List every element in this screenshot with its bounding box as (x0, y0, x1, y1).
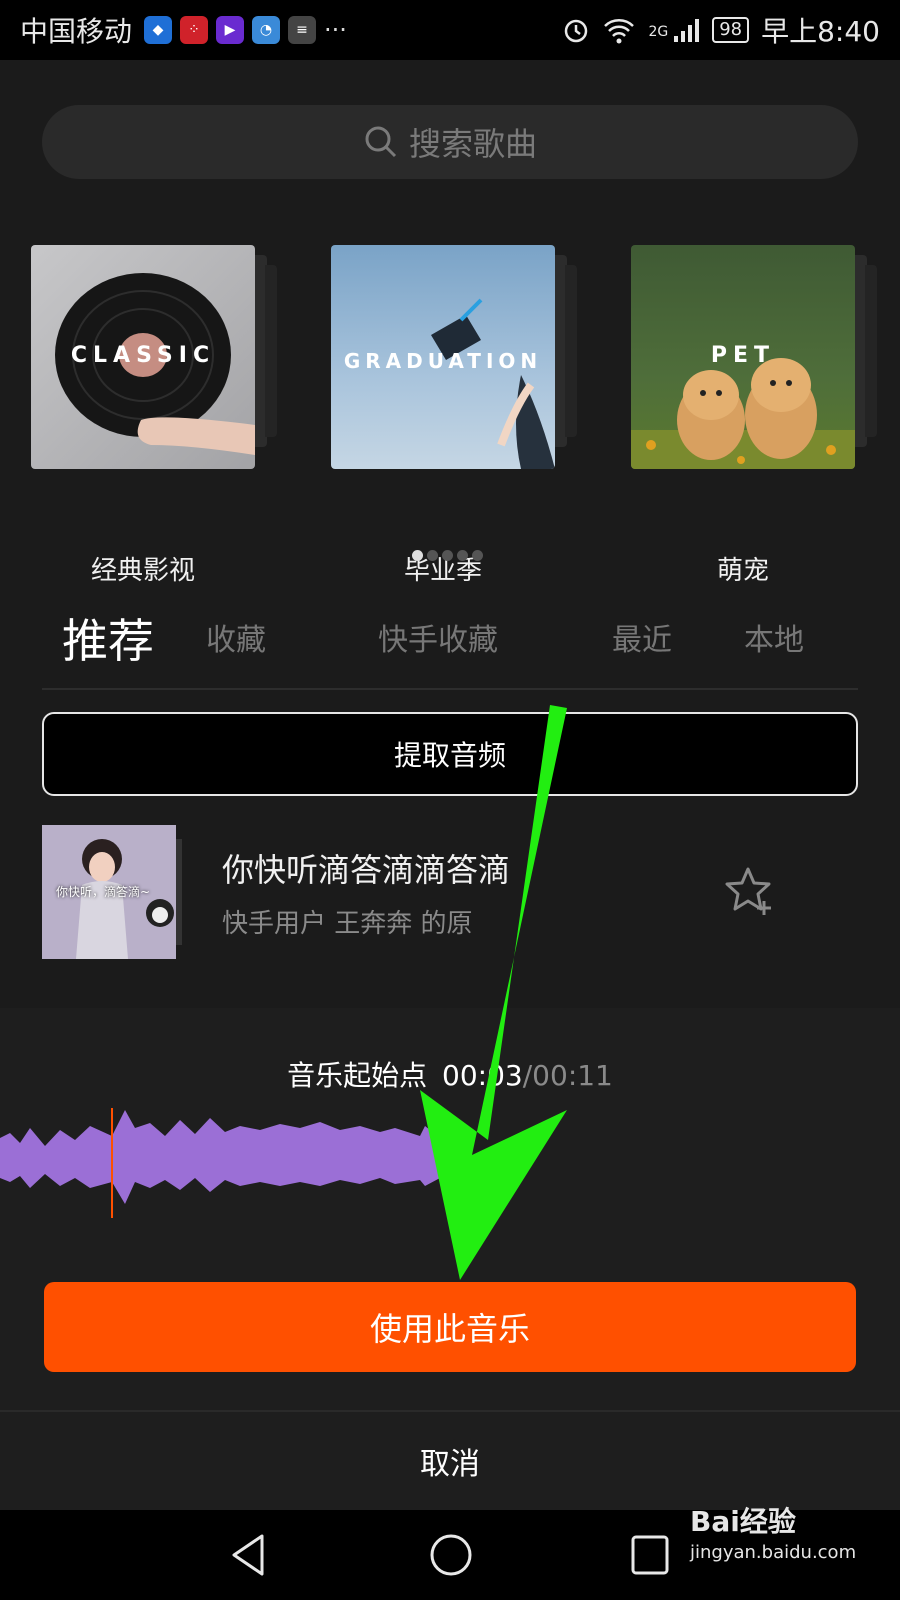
song-row[interactable]: 你快听，滴答滴~ 你快听滴答滴滴答滴 快手用户 王奔奔 的原 (42, 825, 858, 959)
clock: 早上8:40 (761, 15, 880, 48)
category-classic[interactable]: CLASSIC 经典影视 (31, 245, 277, 586)
cover-title: GRADUATION (343, 349, 543, 373)
shield-app-icon: ◆ (144, 16, 173, 44)
start-point-label: 音乐起始点 (287, 1059, 428, 1092)
tab-kuaishou-favorites[interactable]: 快手收藏 (378, 615, 498, 659)
category-graduation[interactable]: GRADUATION 毕业季 (331, 245, 577, 586)
news-app-icon: ≡ (288, 16, 317, 44)
cancel-button[interactable]: 取消 (0, 1410, 900, 1510)
pager-dot (427, 550, 438, 561)
cover-title: CLASSIC (70, 343, 216, 368)
home-icon[interactable] (428, 1532, 474, 1578)
pager-dot (457, 550, 468, 561)
song-title: 你快听滴答滴滴答滴 (222, 851, 511, 889)
recents-icon[interactable] (630, 1532, 670, 1578)
more-notifications-icon: ··· (324, 16, 347, 44)
music-trim-panel: 音乐起始点 00:03/00:11 使用此音乐 (0, 1008, 900, 1410)
music-picker: 搜索歌曲 CLASSIC 经典影视 GRADUATION 毕业季 PET 萌宠 … (0, 60, 900, 1008)
thumbnail-caption: 你快听，滴答滴~ (56, 885, 151, 899)
pager-dot (442, 550, 453, 561)
tab-favorites[interactable]: 收藏 (206, 615, 266, 659)
tabs-divider (42, 688, 858, 690)
signal-icon (674, 19, 700, 42)
carrier-name: 中国移动 (20, 15, 133, 48)
search-placeholder: 搜索歌曲 (408, 125, 537, 163)
watermark-url: jingyan.baidu.com (690, 1542, 857, 1563)
cover-image-graduation: GRADUATION (331, 245, 555, 469)
music-start-point: 音乐起始点 00:03/00:11 (0, 1054, 900, 1094)
back-icon[interactable] (228, 1532, 268, 1578)
cover-stack (565, 265, 577, 437)
thumb-stack (176, 839, 182, 945)
music-tabs: 推荐 收藏 快手收藏 最近 本地 (0, 605, 900, 668)
network-type: 2G (648, 24, 669, 40)
watermark-logo-text: Bai经验 (690, 1505, 796, 1538)
cover-image-classic: CLASSIC (31, 245, 255, 469)
cover-stack (865, 265, 877, 437)
alarm-icon (565, 19, 588, 43)
category-pet[interactable]: PET 萌宠 (631, 245, 877, 586)
cover-image-pet: PET (631, 245, 855, 469)
cover-title: PET (710, 343, 776, 368)
playhead-marker[interactable] (111, 1108, 113, 1218)
category-label: 经典影视 (90, 556, 195, 586)
song-thumbnail: 你快听，滴答滴~ (42, 825, 176, 959)
pager-dot (412, 550, 423, 561)
extract-audio-button[interactable]: 提取音频 (42, 712, 858, 796)
battery-level: 98 (712, 17, 750, 43)
carousel-pager (412, 550, 483, 561)
use-this-music-button[interactable]: 使用此音乐 (44, 1282, 856, 1372)
audio-waveform[interactable] (0, 1108, 900, 1218)
search-icon (365, 126, 397, 158)
baidu-jingyan-watermark: Bai经验 jingyan.baidu.com (690, 1500, 856, 1563)
song-author: 快手用户 王奔奔 的原 (222, 909, 473, 939)
search-input[interactable]: 搜索歌曲 (42, 105, 858, 179)
total-time: /00:11 (522, 1059, 613, 1092)
video-app-icon: ▶ (216, 16, 245, 44)
pager-dot (472, 550, 483, 561)
wifi-icon (604, 19, 635, 44)
cover-stack (265, 265, 277, 437)
tab-recommend[interactable]: 推荐 (62, 605, 154, 671)
tab-recent[interactable]: 最近 (612, 615, 672, 659)
current-time: 00:03 (442, 1059, 523, 1092)
dots-app-icon: ⁘ (180, 16, 209, 44)
browser-app-icon: ◔ (252, 16, 281, 44)
category-label: 萌宠 (716, 556, 769, 586)
tab-local[interactable]: 本地 (744, 615, 804, 659)
status-bar: 中国移动 ◆ ⁘ ▶ ◔ ≡ ··· 2G 98 早上8:40 (0, 0, 900, 60)
add-favorite-star-icon[interactable] (724, 865, 776, 917)
